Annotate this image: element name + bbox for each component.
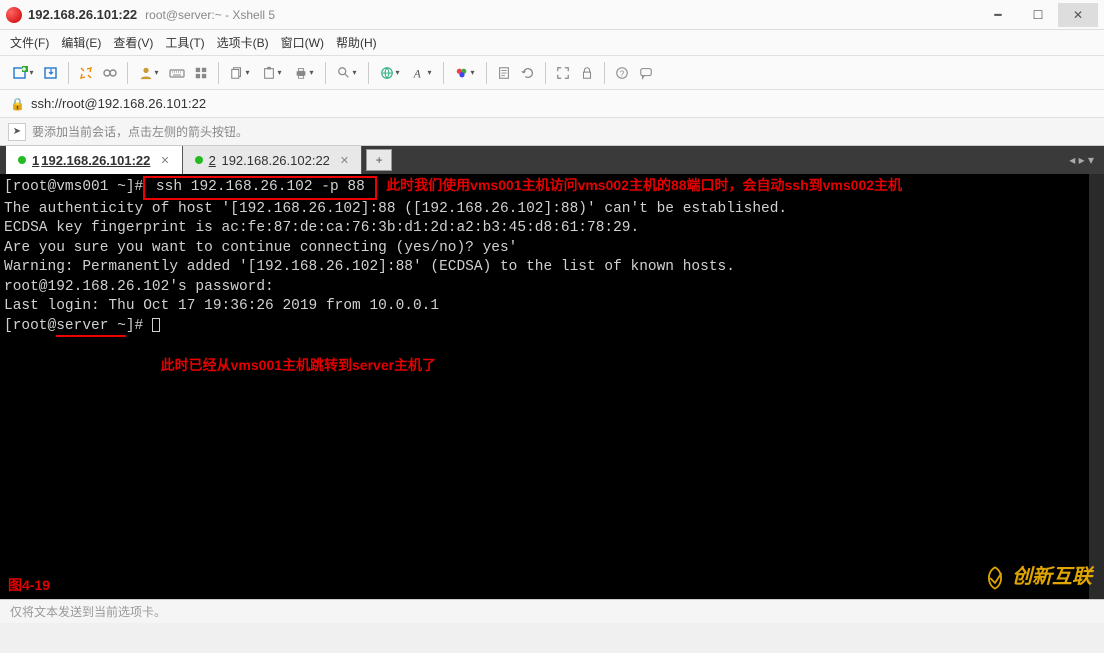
chat-icon[interactable]	[635, 62, 657, 84]
menu-help[interactable]: 帮助(H)	[336, 34, 377, 51]
menu-tools[interactable]: 工具(T)	[165, 34, 204, 51]
keyboard-icon[interactable]	[166, 62, 188, 84]
paste-icon[interactable]	[257, 62, 287, 84]
address-url[interactable]: ssh://root@192.168.26.101:22	[31, 96, 1094, 111]
menu-window[interactable]: 窗口(W)	[281, 34, 324, 51]
find-icon[interactable]	[332, 62, 362, 84]
minimize-button[interactable]: ━	[978, 3, 1018, 27]
figure-label: 图4-19	[8, 576, 50, 595]
add-tab-button[interactable]: +	[366, 149, 392, 171]
terminal-cursor	[152, 318, 160, 332]
help-icon[interactable]: ?	[611, 62, 633, 84]
tab-label: 2 192.168.26.102:22	[209, 153, 330, 168]
menu-tabs[interactable]: 选项卡(B)	[217, 34, 269, 51]
underlined-host: server ~	[56, 318, 126, 337]
maximize-button[interactable]: ☐	[1018, 3, 1058, 27]
status-bar: 仅将文本发送到当前选项卡。	[0, 599, 1104, 623]
reconnect-icon[interactable]	[75, 62, 97, 84]
color-icon[interactable]	[450, 62, 480, 84]
terminal-line: root@192.168.26.102's password:	[4, 278, 1100, 298]
svg-text:?: ?	[620, 69, 625, 78]
terminal-pane[interactable]: [root@vms001 ~]# ssh 192.168.26.102 -p 8…	[0, 174, 1104, 599]
watermark-logo: 创新互联	[982, 564, 1092, 591]
terminal-line: Warning: Permanently added '[192.168.26.…	[4, 258, 1100, 278]
fullscreen-icon[interactable]	[552, 62, 574, 84]
globe-icon[interactable]	[375, 62, 405, 84]
tab-nav-arrows[interactable]: ◂ ▸ ▾	[1069, 146, 1098, 174]
terminal-line: [root@server ~]#	[4, 317, 1100, 337]
add-session-arrow-button[interactable]: ➤	[8, 123, 26, 141]
info-text: 要添加当前会话，点击左侧的箭头按钮。	[32, 123, 248, 140]
title-bar: 192.168.26.101:22 root@server:~ - Xshell…	[0, 0, 1104, 30]
menu-file[interactable]: 文件(F)	[10, 34, 49, 51]
window-title-main: 192.168.26.101:22	[28, 7, 137, 22]
session-tab-2[interactable]: 2 192.168.26.102:22 ✕	[183, 146, 363, 174]
copy-icon[interactable]	[225, 62, 255, 84]
highlighted-command: ssh 192.168.26.102 -p 88	[143, 176, 377, 200]
menu-bar: 文件(F) 编辑(E) 查看(V) 工具(T) 选项卡(B) 窗口(W) 帮助(…	[0, 30, 1104, 56]
status-text: 仅将文本发送到当前选项卡。	[10, 603, 166, 620]
profile-icon[interactable]	[134, 62, 164, 84]
terminal-line: Last login: Thu Oct 17 19:36:26 2019 fro…	[4, 297, 1100, 317]
lock-icon[interactable]	[576, 62, 598, 84]
print-icon[interactable]	[289, 62, 319, 84]
terminal-line: ECDSA key fingerprint is ac:fe:87:de:ca:…	[4, 219, 1100, 239]
app-icon	[6, 7, 22, 23]
save-session-icon[interactable]	[40, 62, 62, 84]
close-button[interactable]: ✕	[1058, 3, 1098, 27]
font-icon[interactable]: A	[407, 62, 437, 84]
tab-label: 1192.168.26.101:22	[32, 153, 150, 168]
menu-edit[interactable]: 编辑(E)	[61, 34, 101, 51]
terminal-line: Are you sure you want to continue connec…	[4, 239, 1100, 259]
grid-icon[interactable]	[190, 62, 212, 84]
disconnect-icon[interactable]	[99, 62, 121, 84]
annotation-2: 此时已经从vms001主机跳转到server主机了	[4, 356, 1100, 378]
address-bar: 🔒 ssh://root@192.168.26.101:22	[0, 90, 1104, 118]
menu-view[interactable]: 查看(V)	[113, 34, 153, 51]
terminal-line: The authenticity of host '[192.168.26.10…	[4, 200, 1100, 220]
tab-close-icon[interactable]: ✕	[160, 154, 169, 167]
status-dot-icon	[195, 156, 203, 164]
status-dot-icon	[18, 156, 26, 164]
new-session-icon[interactable]	[8, 62, 38, 84]
svg-text:A: A	[413, 68, 421, 80]
scrollbar-vertical[interactable]	[1089, 174, 1104, 599]
tab-bar: 1192.168.26.101:22 ✕ 2 192.168.26.102:22…	[0, 146, 1104, 174]
session-tab-1[interactable]: 1192.168.26.101:22 ✕	[6, 146, 183, 174]
annotation-1: 此时我们使用vms001主机访问vms002主机的88端口时，会自动ssh到vm…	[386, 177, 902, 193]
terminal-line: [root@vms001 ~]# ssh 192.168.26.102 -p 8…	[4, 176, 1100, 200]
window-title-sub: root@server:~ - Xshell 5	[145, 8, 275, 22]
tab-close-icon[interactable]: ✕	[340, 154, 349, 167]
refresh-icon[interactable]	[517, 62, 539, 84]
toolbar: A ?	[0, 56, 1104, 90]
lock-small-icon: 🔒	[10, 97, 25, 111]
info-bar: ➤ 要添加当前会话，点击左侧的箭头按钮。	[0, 118, 1104, 146]
script-icon[interactable]	[493, 62, 515, 84]
